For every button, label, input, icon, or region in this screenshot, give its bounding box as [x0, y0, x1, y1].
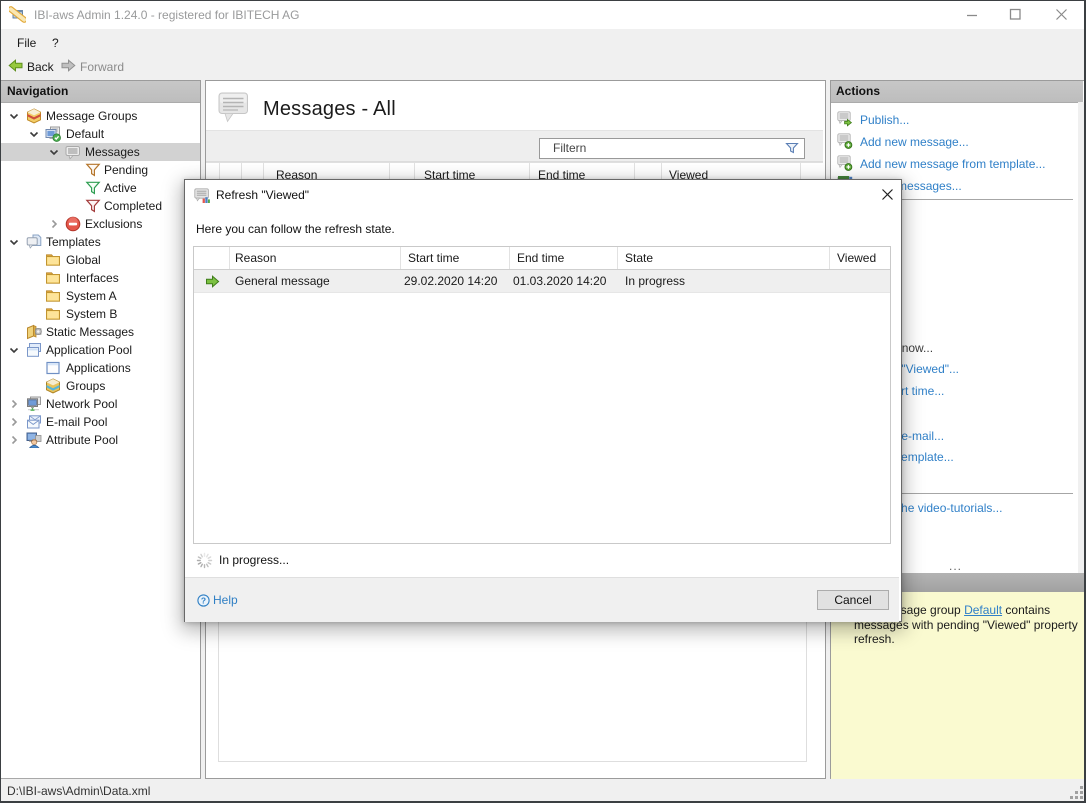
svg-text:?: ?: [201, 595, 206, 605]
